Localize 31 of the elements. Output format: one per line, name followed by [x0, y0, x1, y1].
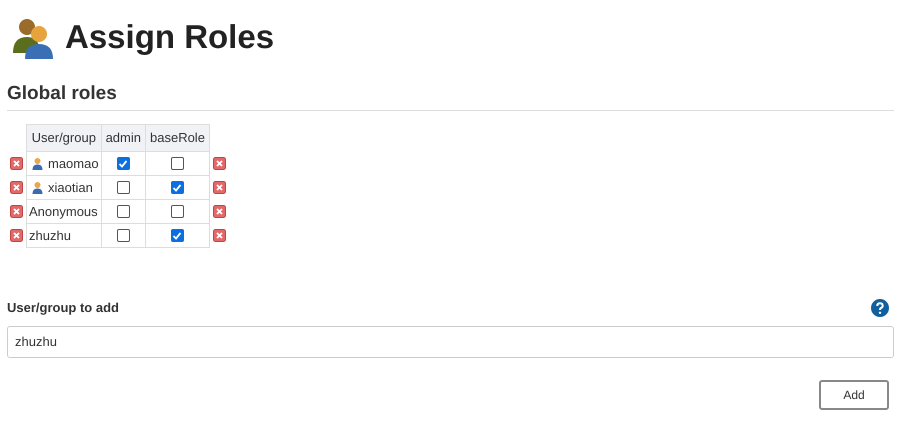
- delete-icon[interactable]: [212, 228, 226, 242]
- delete-icon[interactable]: [10, 180, 23, 194]
- checkbox[interactable]: [170, 229, 184, 242]
- checkbox[interactable]: [116, 157, 130, 170]
- user-name: zhuzhu: [29, 226, 71, 245]
- user-name: xiaotian: [48, 178, 93, 197]
- user-name: maomao: [48, 154, 99, 173]
- checkbox[interactable]: [170, 205, 184, 218]
- delete-icon[interactable]: [10, 228, 23, 242]
- checkbox[interactable]: [170, 181, 184, 194]
- delete-icon[interactable]: [10, 204, 23, 218]
- section-heading: Global roles: [7, 80, 894, 111]
- delete-icon[interactable]: [10, 156, 23, 170]
- delete-icon[interactable]: [212, 180, 226, 194]
- checkbox[interactable]: [170, 157, 184, 170]
- user-icon: [32, 181, 43, 194]
- user-name: Anonymous: [29, 202, 98, 221]
- delete-icon[interactable]: [212, 204, 226, 218]
- column-header: User/group: [26, 124, 102, 152]
- checkbox[interactable]: [116, 229, 130, 242]
- checkbox[interactable]: [116, 181, 130, 194]
- input-field[interactable]: zhuzhu: [7, 326, 894, 358]
- column-header: baseRole: [146, 124, 210, 152]
- checkbox[interactable]: [116, 205, 130, 218]
- delete-icon[interactable]: [212, 156, 226, 170]
- page-title: Assign Roles: [65, 17, 274, 57]
- column-header: admin: [101, 124, 146, 152]
- add-button[interactable]: Add: [819, 380, 889, 410]
- user-icon: [32, 157, 43, 170]
- help-icon[interactable]: [871, 298, 889, 317]
- field-label: User/group to add: [7, 299, 119, 317]
